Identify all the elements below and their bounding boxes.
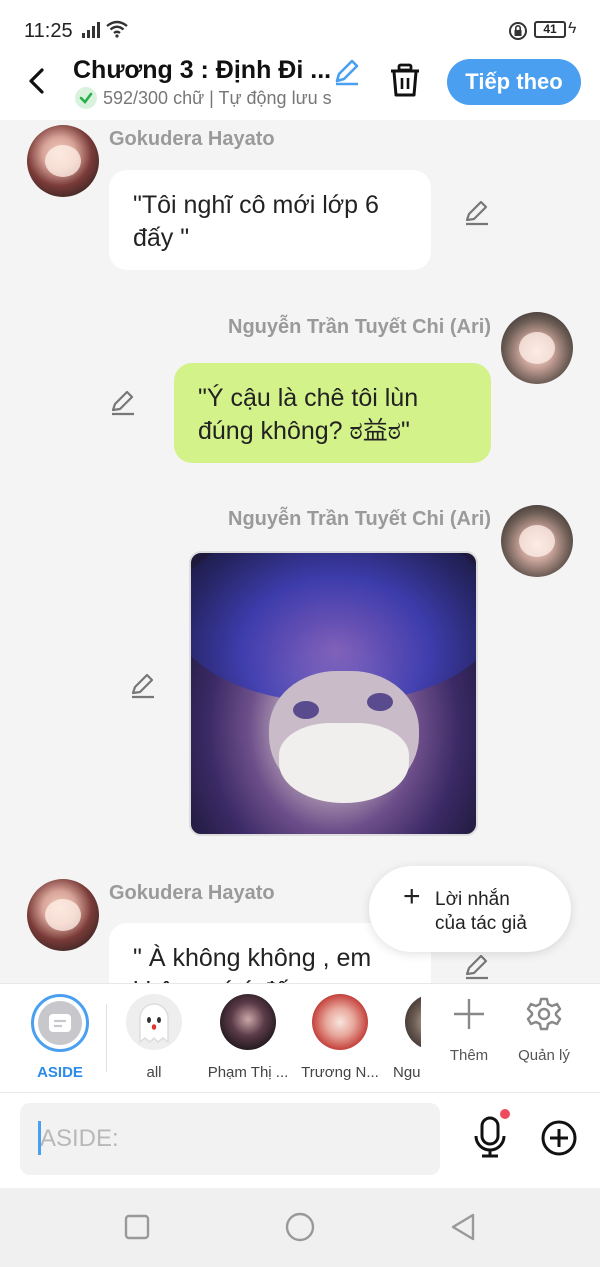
character-pham-thi[interactable]: Phạm Thị ... [203, 994, 293, 1081]
status-time: 11:25 [24, 20, 73, 42]
message-bubble-own[interactable]: "Ý cậu là chê tôi lùn đúng không? ಠ益ಠ" [174, 363, 491, 463]
message-input[interactable] [20, 1103, 440, 1175]
edit-title-pencil-icon[interactable] [332, 56, 362, 86]
sender-name: Nguyễn Trần Tuyết Chi (Ari) [228, 508, 491, 530]
message-bubble[interactable]: "Tôi nghĩ cô mới lớp 6 đấy " [109, 170, 431, 270]
chapter-title[interactable]: Chương 3 : Định Đi ... [73, 56, 331, 85]
wifi-icon [106, 20, 128, 38]
avatar-ari[interactable] [501, 312, 573, 384]
edit-message-pencil-icon[interactable] [109, 388, 137, 416]
editor-header: Chương 3 : Định Đi ... 592/300 chữ | Tự … [0, 56, 600, 120]
avatar [405, 994, 421, 1050]
avatar-gokudera[interactable] [27, 125, 99, 197]
home-icon[interactable] [283, 1210, 317, 1244]
chat-area[interactable]: Gokudera Hayato "Tôi nghĩ cô mới lớp 6 đ… [0, 120, 600, 983]
plus-icon: + [403, 880, 421, 913]
character-label: Phạm Thị ... [207, 1064, 289, 1081]
avatar-gokudera[interactable] [27, 879, 99, 951]
avatar [220, 994, 276, 1050]
character-truong[interactable]: Trương N... [295, 994, 385, 1081]
gear-icon [526, 997, 562, 1031]
avatar [312, 994, 368, 1050]
notification-dot [500, 1109, 510, 1119]
manage-label: Quản lý [518, 1047, 570, 1064]
next-button[interactable]: Tiếp theo [447, 59, 581, 105]
divider [106, 1004, 107, 1072]
system-nav-bar [0, 1188, 600, 1267]
signal-icon [82, 22, 102, 38]
character-selector-bar: ASIDE all Phạm Thị ... Trương N... Ngu T… [0, 983, 600, 1093]
ghost-avatar-icon [126, 994, 182, 1050]
edit-message-pencil-icon[interactable] [463, 952, 491, 980]
add-character-button[interactable]: Thêm [434, 996, 504, 1064]
back-arrow-icon[interactable] [22, 64, 54, 98]
character-ngu[interactable]: Ngu [387, 994, 421, 1081]
back-triangle-icon[interactable] [446, 1210, 480, 1244]
character-all[interactable]: all [109, 994, 199, 1081]
avatar-ari[interactable] [501, 505, 573, 577]
character-label: ASIDE [37, 1064, 83, 1081]
charging-icon: ϟ [568, 20, 577, 37]
add-label: Thêm [449, 1047, 489, 1064]
text-cursor [38, 1121, 41, 1155]
character-label: Ngu [393, 1064, 421, 1081]
character-label: all [146, 1064, 162, 1081]
recent-apps-icon[interactable] [120, 1210, 154, 1244]
saved-check-icon [75, 87, 97, 109]
edit-message-pencil-icon[interactable] [129, 671, 157, 699]
composer-bar [0, 1093, 600, 1188]
save-status-line: 592/300 chữ | Tự động lưu s [75, 87, 365, 113]
battery-icon: 41 [534, 21, 566, 38]
sender-name: Gokudera Hayato [109, 128, 275, 150]
word-count-status: 592/300 chữ | Tự động lưu s [103, 87, 332, 108]
plus-icon [454, 999, 484, 1029]
edit-message-pencil-icon[interactable] [463, 198, 491, 226]
aside-avatar-icon [38, 1001, 82, 1045]
microphone-icon[interactable] [470, 1115, 510, 1159]
sender-name: Nguyễn Trần Tuyết Chi (Ari) [228, 316, 491, 338]
sender-name: Gokudera Hayato [109, 882, 275, 904]
character-label: Trương N... [301, 1064, 379, 1081]
character-aside[interactable]: ASIDE [15, 994, 105, 1081]
author-note-button[interactable]: + Lời nhắn của tác giả [369, 866, 571, 952]
status-bar: 11:25 41 ϟ [0, 0, 600, 56]
trash-icon[interactable] [388, 62, 422, 98]
author-note-label: Lời nhắn của tác giả [435, 889, 527, 934]
manage-characters-button[interactable]: Quản lý [509, 996, 579, 1064]
rotation-lock-icon [509, 22, 527, 40]
message-image[interactable] [189, 551, 478, 836]
add-circle-icon[interactable] [540, 1119, 578, 1157]
